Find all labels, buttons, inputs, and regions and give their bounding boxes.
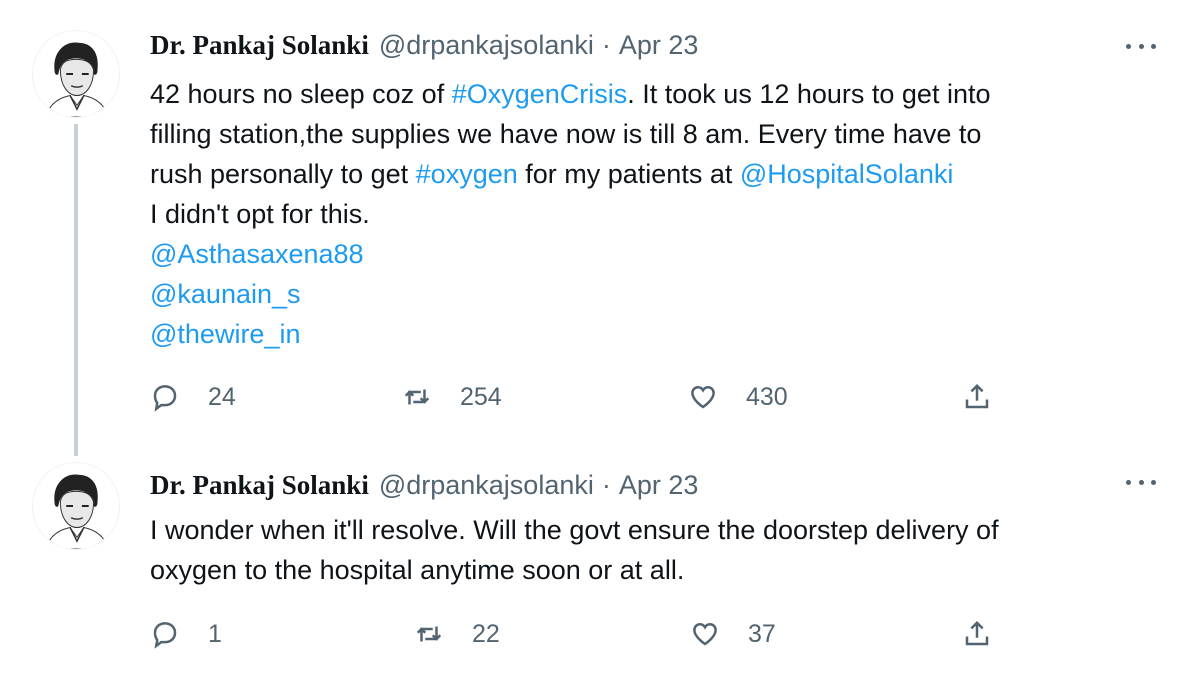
share-button[interactable]: [962, 614, 992, 654]
mention-link[interactable]: @HospitalSolanki: [740, 159, 954, 189]
heart-icon: [691, 385, 715, 409]
thread-connector: [74, 124, 78, 456]
reply-count: 24: [208, 382, 236, 411]
mention-link[interactable]: @kaunain_s: [150, 274, 1160, 314]
share-button[interactable]: [962, 377, 992, 417]
reply-button[interactable]: 24: [150, 377, 236, 417]
like-button[interactable]: 430: [688, 377, 788, 417]
tweet-text: I wonder when it'll resolve. Will the go…: [150, 510, 1160, 590]
author-name[interactable]: Dr. Pankaj Solanki: [150, 470, 369, 501]
retweet-arrows-icon: [416, 626, 442, 642]
speech-bubble-icon: [153, 385, 177, 412]
tweet-date[interactable]: Apr 23: [619, 470, 699, 501]
tweet-header: Dr. Pankaj Solanki @drpankajsolanki · Ap…: [150, 27, 698, 63]
separator-dot: ·: [601, 469, 611, 500]
profile-photo-icon: [33, 31, 119, 117]
retweet-count: 254: [460, 382, 502, 411]
more-options-button[interactable]: [1126, 36, 1156, 56]
retweet-button[interactable]: 22: [414, 614, 500, 654]
text-segment: 42 hours no sleep coz of: [150, 79, 452, 109]
tweet-2[interactable]: Dr. Pankaj Solanki @drpankajsolanki · Ap…: [0, 440, 1196, 680]
ellipsis-icon: [1126, 43, 1131, 49]
tweet-1[interactable]: Dr. Pankaj Solanki @drpankajsolanki · Ap…: [0, 0, 1196, 456]
text-segment: . It took us 12 hours to get into: [627, 79, 991, 109]
tweet-date[interactable]: Apr 23: [619, 30, 699, 61]
separator-dot: ·: [601, 29, 611, 60]
text-line: I didn't opt for this.: [150, 199, 370, 229]
more-options-button[interactable]: [1126, 472, 1156, 492]
action-bar: 1 22 37: [150, 614, 1030, 654]
like-count: 430: [746, 382, 788, 411]
ellipsis-icon: [1126, 479, 1131, 485]
retweet-arrows-icon: [404, 389, 430, 405]
like-count: 37: [748, 619, 776, 648]
speech-bubble-icon: [153, 622, 177, 649]
author-handle[interactable]: @drpankajsolanki: [379, 470, 594, 501]
text-segment: for my patients at: [517, 159, 740, 189]
tweet-header: Dr. Pankaj Solanki @drpankajsolanki · Ap…: [150, 467, 698, 503]
mention-link[interactable]: @Asthasaxena88: [150, 234, 1160, 274]
profile-photo-icon: [33, 463, 119, 549]
hashtag-link[interactable]: #oxygen: [416, 159, 518, 189]
action-bar: 24 254 430: [150, 377, 1030, 417]
hashtag-link[interactable]: #OxygenCrisis: [452, 79, 628, 109]
text-line: 42 hours no sleep coz of #OxygenCrisis. …: [150, 74, 1160, 114]
mention-link[interactable]: @thewire_in: [150, 314, 1160, 354]
text-line: rush personally to get #oxygen for my pa…: [150, 154, 1160, 194]
author-name[interactable]: Dr. Pankaj Solanki: [150, 30, 369, 61]
like-button[interactable]: 37: [690, 614, 776, 654]
share-upload-icon: [965, 620, 989, 646]
heart-icon: [693, 622, 717, 646]
text-segment: rush personally to get: [150, 159, 416, 189]
text-line: I wonder when it'll resolve. Will the go…: [150, 515, 999, 545]
avatar[interactable]: [32, 462, 120, 550]
retweet-count: 22: [472, 619, 500, 648]
retweet-button[interactable]: 254: [402, 377, 502, 417]
author-handle[interactable]: @drpankajsolanki: [379, 30, 594, 61]
reply-count: 1: [208, 619, 222, 648]
avatar[interactable]: [32, 30, 120, 118]
share-upload-icon: [965, 383, 989, 409]
reply-button[interactable]: 1: [150, 614, 222, 654]
text-line: oxygen to the hospital anytime soon or a…: [150, 555, 685, 585]
text-line: filling station,the supplies we have now…: [150, 119, 982, 149]
tweet-text: 42 hours no sleep coz of #OxygenCrisis. …: [150, 74, 1160, 354]
